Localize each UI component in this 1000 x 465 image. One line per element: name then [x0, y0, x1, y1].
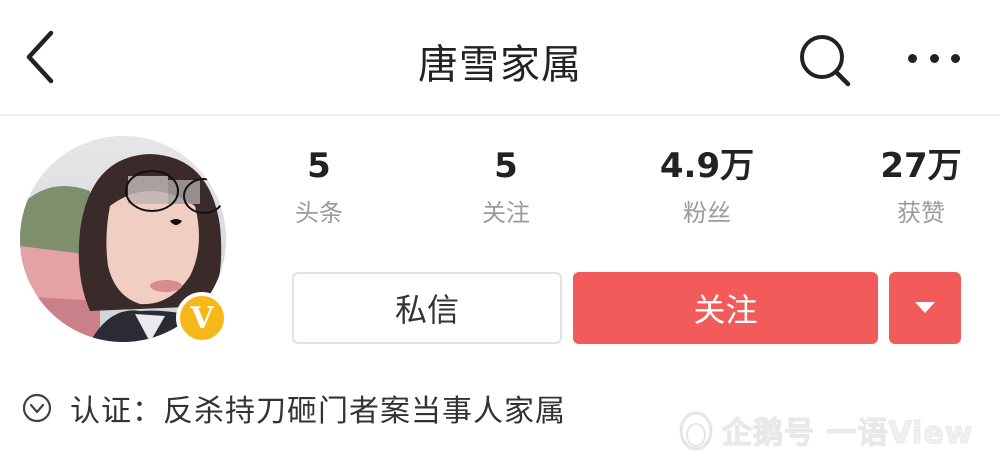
stat-following[interactable]: 5 关注	[441, 146, 571, 228]
stat-fans[interactable]: 4.9万 粉丝	[642, 146, 772, 228]
stat-label: 头条	[295, 199, 343, 227]
verification-info: 认证：反杀持刀砸门者案当事人家属	[22, 388, 566, 429]
more-horizontal-icon	[908, 53, 917, 63]
follow-button[interactable]: 关注	[573, 272, 878, 344]
verified-badge: V	[176, 292, 228, 344]
verified-v-icon: V	[190, 301, 214, 336]
watermark: 企鹅号 一语View	[676, 408, 973, 452]
stat-value: 5	[494, 146, 518, 186]
profile-page: 唐雪家属 V 5 头条 5 关注 4.9万 粉丝 27万 获赞 私信 关注 认证…	[0, 0, 1000, 465]
more-dot	[929, 53, 939, 63]
stat-headlines[interactable]: 5 头条	[254, 146, 384, 228]
page-title: 唐雪家属	[418, 42, 582, 88]
more-options-button[interactable]	[902, 40, 966, 76]
search-button[interactable]	[796, 32, 856, 88]
stat-value: 27万	[880, 146, 962, 186]
back-button[interactable]	[14, 26, 66, 88]
stat-label: 关注	[482, 199, 530, 227]
recommend-dropdown-button[interactable]	[889, 272, 961, 344]
verification-chevron-icon	[22, 393, 52, 423]
stat-value: 4.9万	[659, 146, 755, 186]
penguin-logo-icon	[679, 411, 713, 451]
watermark-text: 企鹅号 一语View	[721, 416, 974, 452]
message-button[interactable]: 私信	[292, 272, 562, 344]
caret-down-icon	[915, 302, 935, 313]
verification-text: 认证：反杀持刀砸门者案当事人家属	[70, 394, 566, 429]
stat-likes[interactable]: 27万 获赞	[856, 146, 986, 228]
chevron-left-icon	[26, 30, 54, 84]
stat-label: 粉丝	[683, 199, 731, 227]
search-icon	[800, 35, 851, 87]
stat-value: 5	[307, 146, 331, 186]
top-navigation-bar: 唐雪家属	[0, 0, 1000, 116]
stat-label: 获赞	[897, 199, 945, 227]
more-dot	[951, 53, 960, 63]
